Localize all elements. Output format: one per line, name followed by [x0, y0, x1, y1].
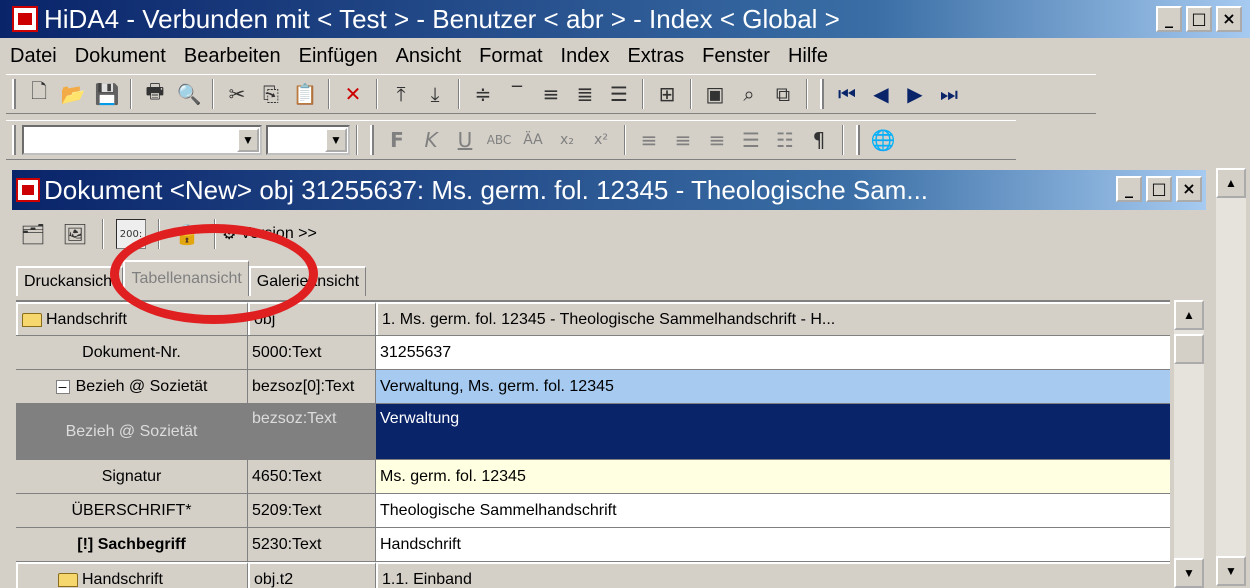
app-titlebar: HiDA4 - Verbunden mit < Test > - Benutze… [0, 0, 1250, 38]
list-icon[interactable]: ☰ [604, 79, 634, 109]
scroll-thumb[interactable] [1174, 334, 1204, 364]
collapse-icon[interactable]: – [55, 379, 70, 394]
globe-icon[interactable]: 🌐 [868, 125, 898, 155]
chevron-down-icon[interactable]: ▼ [237, 128, 259, 152]
tab-druckansicht[interactable]: Druckansicht [16, 266, 124, 296]
structure-icon[interactable]: 🗂 [18, 219, 48, 249]
menu-hilfe[interactable]: Hilfe [788, 45, 828, 68]
document-icon[interactable] [16, 178, 40, 202]
window-icon[interactable]: ▣ [700, 79, 730, 109]
save-icon[interactable]: 💾 [92, 79, 122, 109]
table-row[interactable]: – Bezieh @ Sozietät bezsoz[0]:Text Verwal… [16, 370, 1170, 404]
menu-einfuegen[interactable]: Einfügen [299, 45, 378, 68]
insert-down-icon[interactable]: ⤓ [420, 79, 450, 109]
menu-index[interactable]: Index [561, 45, 610, 68]
main-toolbar: 🗋 📂 💾 🖶 🔍 ✂ ⎘ 📋 ✕ ⤒ ⤓ ≑ ‾ ≡ ≣ ☰ ⊞ ▣ ⌕ ⧉ … [6, 74, 1096, 114]
table-row[interactable]: Bezieh @ Sozietät bezsoz:Text Verwaltung [16, 404, 1170, 460]
size-combo[interactable]: ▼ [266, 125, 350, 155]
toolbar-grip[interactable] [12, 79, 16, 109]
folder-icon [58, 572, 78, 587]
scroll-up-icon[interactable]: ▲ [1174, 300, 1204, 330]
table-row[interactable]: [!] Sachbegriff 5230:Text Handschrift [16, 528, 1170, 562]
menu-datei[interactable]: Datei [10, 45, 57, 68]
superscript-icon[interactable]: x² [586, 125, 616, 155]
delete-icon[interactable]: ✕ [338, 79, 368, 109]
new-doc-icon[interactable]: 🗋 [24, 79, 54, 109]
document-titlebar: Dokument <New> obj 31255637: Ms. germ. f… [12, 170, 1206, 210]
menu-dokument[interactable]: Dokument [75, 45, 166, 68]
doc-close-button[interactable]: × [1176, 176, 1202, 202]
highlight-circle [110, 224, 318, 324]
open-folder-icon[interactable]: 📂 [58, 79, 88, 109]
document-title: Dokument <New> obj 31255637: Ms. germ. f… [44, 174, 929, 205]
table-row[interactable]: ÜBERSCHRIFT* 5209:Text Theologische Samm… [16, 494, 1170, 528]
underline-icon[interactable]: U [450, 125, 480, 155]
grid-scrollbar[interactable]: ▲ ▼ [1174, 300, 1204, 588]
menu-format[interactable]: Format [479, 45, 542, 68]
chevron-down-icon[interactable]: ▼ [325, 128, 347, 152]
align-right-icon[interactable]: ≡ [702, 125, 732, 155]
menu-fenster[interactable]: Fenster [702, 45, 770, 68]
format-toolbar: ▼ ▼ F K U ABC ÄA x₂ x² ≡ ≡ ≡ ☰ ☷ ¶ 🌐 [6, 120, 1016, 160]
first-record-icon[interactable]: ⏮ [832, 79, 862, 109]
next-record-icon[interactable]: ▶ [900, 79, 930, 109]
align-middle-icon[interactable]: ≡ [536, 79, 566, 109]
pilcrow-icon[interactable]: ¶ [804, 125, 834, 155]
window-scrollbar[interactable]: ▲ ▼ [1216, 168, 1246, 586]
prev-record-icon[interactable]: ◀ [866, 79, 896, 109]
numbering-icon[interactable]: ☷ [770, 125, 800, 155]
window-title: HiDA4 - Verbunden mit < Test > - Benutze… [44, 3, 840, 34]
cut-icon[interactable]: ✂ [222, 79, 252, 109]
scroll-down-icon[interactable]: ▼ [1216, 556, 1246, 586]
align-left-icon[interactable]: ≡ [634, 125, 664, 155]
table-row[interactable]: Dokument-Nr. 5000:Text 31255637 [16, 336, 1170, 370]
image-icon[interactable]: 🖼 [60, 219, 90, 249]
table-row[interactable]: Signatur 4650:Text Ms. germ. fol. 12345 [16, 460, 1170, 494]
menu-extras[interactable]: Extras [627, 45, 684, 68]
menu-bar: Datei Dokument Bearbeiten Einfügen Ansic… [0, 40, 1250, 72]
hida-app-icon[interactable] [12, 6, 38, 32]
doc-maximize-button[interactable]: □ [1146, 176, 1172, 202]
preview-icon[interactable]: 🔍 [174, 79, 204, 109]
menu-ansicht[interactable]: Ansicht [396, 45, 462, 68]
align-center-text-icon[interactable]: ≡ [668, 125, 698, 155]
print-icon[interactable]: 🖶 [140, 79, 170, 109]
scroll-up-icon[interactable]: ▲ [1216, 168, 1246, 198]
maximize-button[interactable]: □ [1186, 6, 1212, 32]
doc-minimize-button[interactable]: _ [1116, 176, 1142, 202]
insert-up-icon[interactable]: ⤒ [386, 79, 416, 109]
align-top-icon[interactable]: ‾ [502, 79, 532, 109]
paste-icon[interactable]: 📋 [290, 79, 320, 109]
align-bottom-icon[interactable]: ≣ [570, 79, 600, 109]
last-record-icon[interactable]: ⏭ [934, 79, 964, 109]
case-icon[interactable]: ÄA [518, 125, 548, 155]
tree-icon[interactable]: ⊞ [652, 79, 682, 109]
record-grid: Handschrift obj 1. Ms. germ. fol. 12345 … [16, 300, 1170, 588]
bold-icon[interactable]: F [382, 125, 412, 155]
strike-icon[interactable]: ABC [484, 125, 514, 155]
copy-icon[interactable]: ⎘ [256, 79, 286, 109]
table-row[interactable]: Handschrift obj.t2 1.1. Einband [16, 562, 1170, 588]
bullets-icon[interactable]: ☰ [736, 125, 766, 155]
folder-icon [22, 312, 42, 327]
scroll-down-icon[interactable]: ▼ [1174, 558, 1204, 588]
italic-icon[interactable]: K [416, 125, 446, 155]
search-window-icon[interactable]: ⌕ [734, 79, 764, 109]
subscript-icon[interactable]: x₂ [552, 125, 582, 155]
font-combo[interactable]: ▼ [22, 125, 262, 155]
align-center-icon[interactable]: ≑ [468, 79, 498, 109]
close-button[interactable]: × [1216, 6, 1242, 32]
menu-bearbeiten[interactable]: Bearbeiten [184, 45, 281, 68]
minimize-button[interactable]: _ [1156, 6, 1182, 32]
window-link-icon[interactable]: ⧉ [768, 79, 798, 109]
